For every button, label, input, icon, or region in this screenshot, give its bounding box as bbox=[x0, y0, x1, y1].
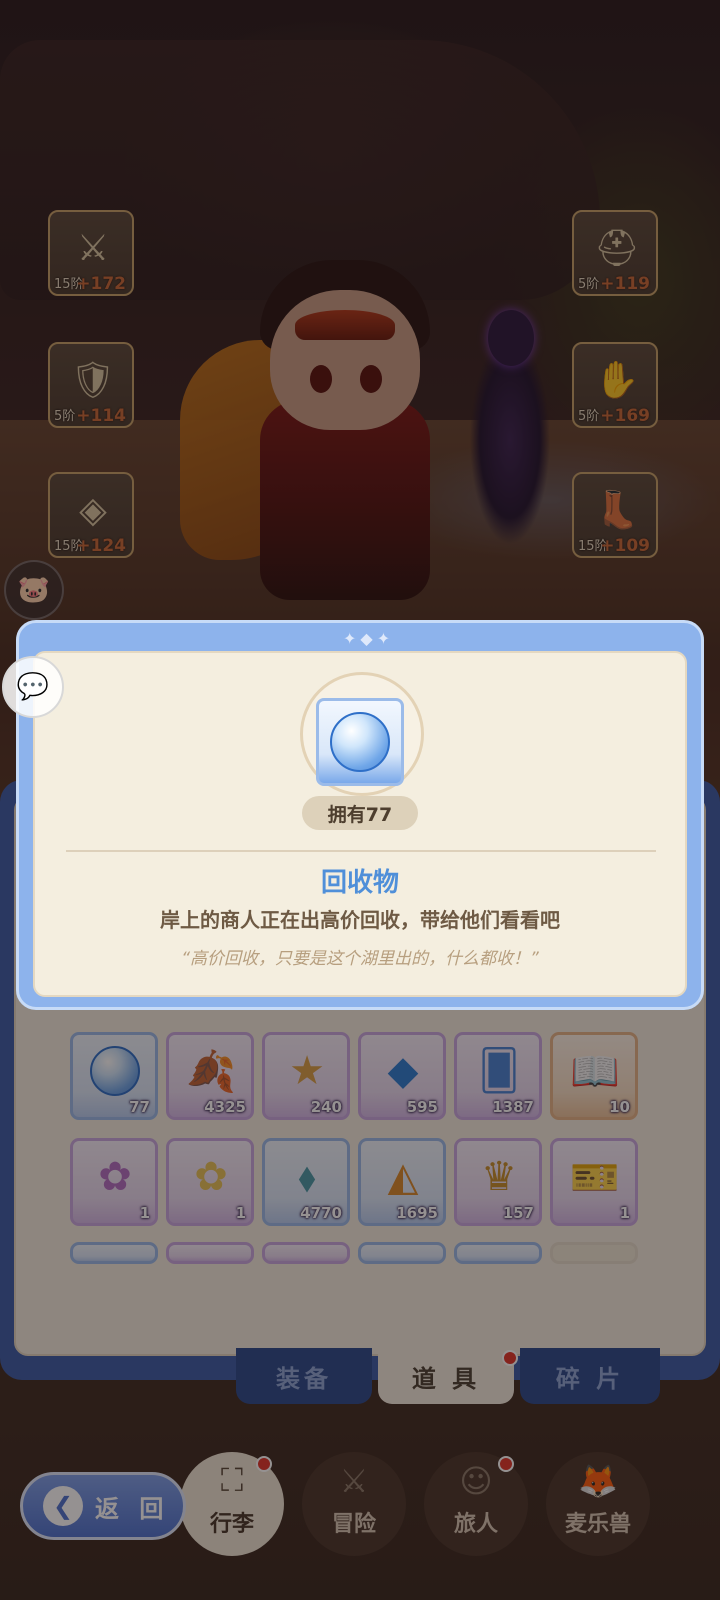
chat-bubble-icon: 💬 bbox=[16, 672, 50, 702]
chat-button[interactable]: 💬 bbox=[2, 656, 64, 718]
item-flavor-quote: “高价回收，只要是这个湖里出的，什么都收！” bbox=[181, 949, 539, 969]
item-preview bbox=[316, 698, 404, 786]
popup-top-ornament: ✦◆✦ bbox=[343, 629, 395, 648]
water-orb-icon bbox=[330, 712, 390, 772]
owned-count-badge: 拥有77 bbox=[302, 796, 418, 830]
item-name: 回收物 bbox=[320, 868, 399, 898]
popup-divider bbox=[66, 850, 656, 852]
item-description: 岸上的商人正在出高价回收，带给他们看看吧 bbox=[160, 908, 560, 932]
